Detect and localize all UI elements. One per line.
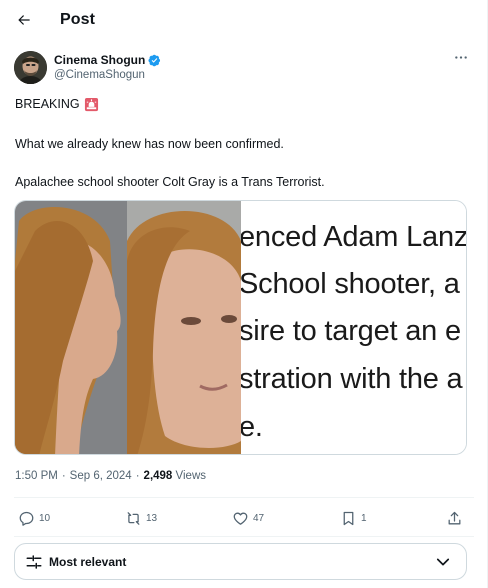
reply-sort-dropdown[interactable]: Most relevant xyxy=(14,543,467,580)
heart-icon xyxy=(233,512,248,525)
author-header: Cinema Shogun @CinemaShogun xyxy=(14,48,474,88)
siren-icon xyxy=(84,97,98,111)
author-handle[interactable]: @CinemaShogun xyxy=(54,69,145,81)
tweet-date[interactable]: Sep 6, 2024 xyxy=(70,470,132,482)
top-bar: Post xyxy=(0,0,487,42)
tweet-time[interactable]: 1:50 PM xyxy=(15,470,58,482)
tweet-media[interactable]: enced Adam Lanz School shooter, a sire t… xyxy=(14,200,467,455)
tweet-line-3: Apalachee school shooter Colt Gray is a … xyxy=(15,175,325,189)
sliders-icon xyxy=(26,555,42,569)
caption-line: School shooter, a xyxy=(241,268,460,300)
bookmark-count: 1 xyxy=(361,512,367,524)
avatar[interactable] xyxy=(14,51,47,84)
like-count: 47 xyxy=(253,512,265,524)
tweet-meta: 1:50 PM · Sep 6, 2024 · 2,498 Views xyxy=(15,470,206,482)
media-caption-panel: enced Adam Lanz School shooter, a sire t… xyxy=(241,201,467,454)
caption-line: stration with the a xyxy=(241,363,463,395)
caption-line: sire to target an e xyxy=(241,315,461,347)
meta-separator: · xyxy=(135,470,140,482)
sort-label: Most relevant xyxy=(49,555,127,569)
avatar-image xyxy=(14,51,47,84)
more-options-button[interactable] xyxy=(452,52,470,62)
more-dots-icon xyxy=(455,55,467,59)
chevron-down-icon xyxy=(436,558,450,566)
views-info[interactable]: 2,498 Views xyxy=(144,470,206,482)
meta-separator: · xyxy=(61,470,66,482)
tweet-line-breaking: BREAKING xyxy=(15,96,99,112)
tweet-line-2: What we already knew has now been confir… xyxy=(15,137,284,151)
author-name[interactable]: Cinema Shogun xyxy=(54,53,161,67)
reply-icon xyxy=(19,511,34,526)
share-icon xyxy=(448,511,461,524)
reply-count: 10 xyxy=(39,512,51,524)
tweet-line1-text: BREAKING xyxy=(15,97,80,111)
bookmark-icon xyxy=(343,511,354,525)
share-button[interactable] xyxy=(446,506,463,530)
action-bar: 10 13 47 1 xyxy=(0,506,487,530)
arrow-left-icon xyxy=(18,15,30,25)
back-button[interactable] xyxy=(12,8,36,32)
repost-count: 13 xyxy=(146,512,158,524)
reply-button[interactable]: 10 xyxy=(18,506,50,530)
divider xyxy=(14,536,474,537)
caption-line: enced Adam Lanz xyxy=(241,221,467,253)
bookmark-button[interactable]: 1 xyxy=(340,506,367,530)
author-name-text: Cinema Shogun xyxy=(54,53,146,67)
divider xyxy=(14,497,474,498)
like-button[interactable]: 47 xyxy=(232,506,264,530)
mugshot-photo xyxy=(15,201,241,454)
verified-badge-icon xyxy=(148,54,161,66)
page-title: Post xyxy=(60,11,96,28)
views-count: 2,498 xyxy=(143,470,173,482)
repost-button[interactable]: 13 xyxy=(125,506,157,530)
repost-icon xyxy=(127,511,140,525)
views-label: Views xyxy=(175,470,206,482)
caption-line: e. xyxy=(241,411,263,443)
